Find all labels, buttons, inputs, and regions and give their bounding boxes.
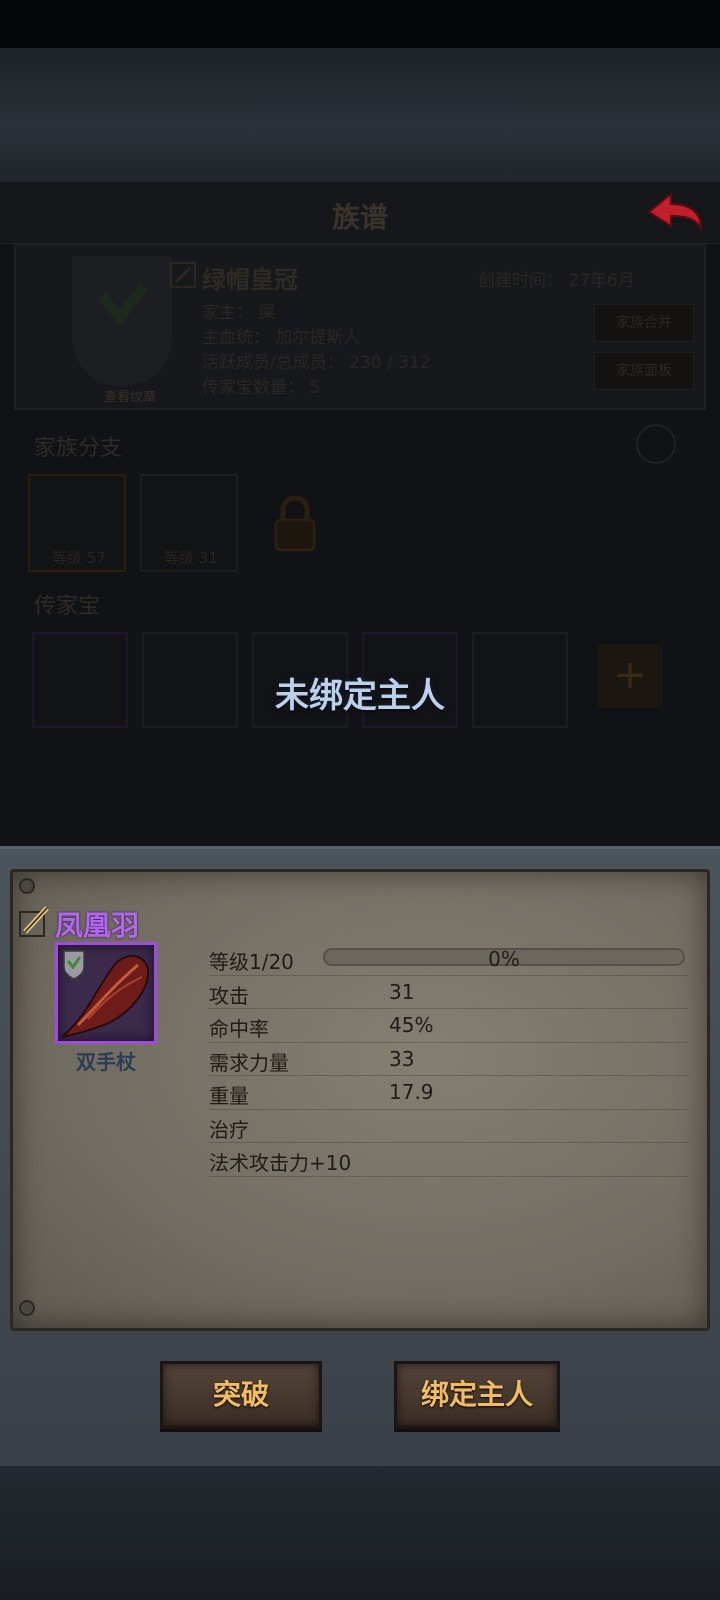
stat-row: 重量 17.9 — [209, 1076, 689, 1110]
stat-label: 治疗 — [209, 1117, 249, 1142]
stat-value: 17.9 — [389, 1080, 434, 1104]
lock-icon — [274, 495, 316, 552]
stat-label: 攻击 — [209, 983, 249, 1008]
founded-date: 创建时间： 27年6月 — [478, 271, 635, 291]
stat-row: 命中率 45% — [209, 1009, 689, 1043]
branch-section-title: 家族分支 — [34, 436, 123, 461]
family-crest[interactable] — [72, 256, 172, 386]
stat-value: 33 — [389, 1046, 415, 1071]
item-level: 等级1/20 — [209, 950, 294, 974]
family-panel-button[interactable]: 家族面板 — [594, 352, 694, 390]
stat-value: 31 — [389, 979, 415, 1004]
stat-row: 法术攻击力+10 — [209, 1143, 689, 1177]
family-title: 族谱 — [331, 201, 388, 234]
xp-percent: 0% — [488, 947, 520, 971]
rename-icon[interactable] — [17, 902, 53, 938]
item-icon[interactable] — [55, 942, 157, 1044]
family-leader: 家主： 屎 — [202, 303, 276, 323]
branch-portrait[interactable]: 等级 57 — [28, 474, 126, 572]
item-detail-sheet: 凤凰羽 双手杖 等级1/20 0% 攻击 31 命中率 45% 需求力量 33 重量 17.9… — [0, 846, 720, 1466]
family-merge-button[interactable]: 家族合并 — [594, 304, 694, 342]
stat-row: 攻击 31 — [209, 976, 689, 1009]
help-icon[interactable] — [636, 424, 676, 464]
level-row: 等级1/20 0% — [209, 942, 689, 976]
stat-label: 法术攻击力+10 — [209, 1151, 352, 1175]
xp-progress-bar: 0% — [323, 947, 685, 971]
crest-label: 查看纹章 — [103, 390, 156, 405]
item-type: 双手杖 — [76, 1050, 136, 1074]
bind-owner-button[interactable]: 绑定主人 — [394, 1361, 560, 1429]
pin-icon — [19, 1300, 35, 1316]
branch-level: 等级 31 — [164, 549, 218, 567]
breakthrough-button[interactable]: 突破 — [160, 1361, 322, 1429]
stat-row: 治疗 — [209, 1110, 689, 1143]
family-name: 绿帽皇冠 — [202, 266, 298, 294]
branch-level: 等级 57 — [52, 549, 106, 567]
heirloom-section-title: 传家宝 — [34, 594, 101, 619]
background-top — [0, 48, 720, 182]
item-parchment: 凤凰羽 双手杖 等级1/20 0% 攻击 31 命中率 45% 需求力量 33 重量 17.9… — [10, 869, 710, 1331]
pin-icon — [19, 878, 35, 894]
background-bottom — [0, 1466, 720, 1600]
family-members: 活跃成员/总成员： 230 / 312 — [202, 353, 431, 373]
edit-name-icon[interactable] — [168, 260, 198, 290]
stat-label: 重量 — [209, 1084, 249, 1108]
phoenix-feather-icon — [61, 950, 150, 1038]
heirloom-count: 传家宝数量： 5 — [202, 378, 321, 398]
item-name: 凤凰羽 — [55, 909, 140, 942]
back-arrow-icon[interactable] — [645, 190, 705, 234]
family-header: 族谱 — [0, 182, 720, 244]
family-bloodline: 主血统： 加尔提斯人 — [202, 328, 361, 348]
stat-label: 需求力量 — [209, 1050, 289, 1075]
crest-emblem-icon — [98, 283, 148, 327]
status-bar — [0, 0, 720, 48]
branch-portrait[interactable]: 等级 31 — [140, 474, 238, 572]
family-tree-panel: 族谱 查看纹章 绿帽皇冠 创建时间： 27年6月 家主： 屎 主血统： 加尔提斯… — [0, 182, 720, 848]
stat-label: 命中率 — [209, 1017, 269, 1041]
stat-value: 45% — [389, 1013, 434, 1037]
item-stats: 等级1/20 0% 攻击 31 命中率 45% 需求力量 33 重量 17.9 治疗法术攻击力+… — [209, 942, 689, 1177]
unbound-owner-label: 未绑定主人 — [275, 676, 445, 716]
family-card: 查看纹章 绿帽皇冠 创建时间： 27年6月 家主： 屎 主血统： 加尔提斯人 活… — [14, 244, 706, 410]
stat-row: 需求力量 33 — [209, 1043, 689, 1076]
